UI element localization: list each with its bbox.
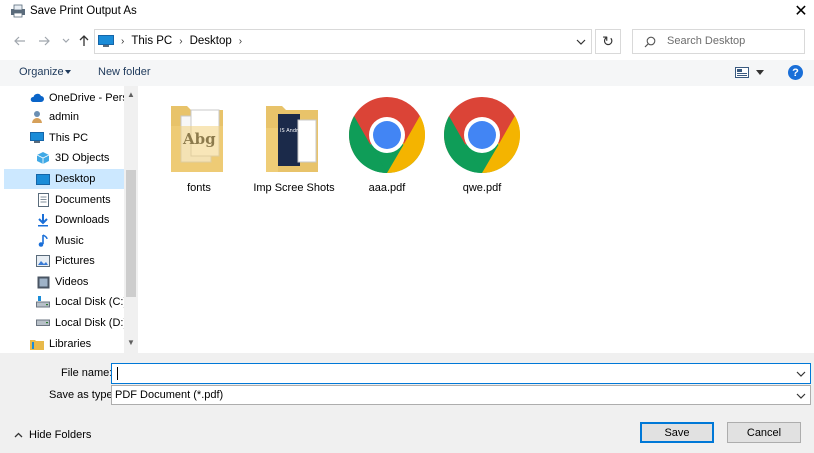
chevron-up-icon <box>14 432 23 438</box>
file-name-label: File name: <box>61 367 113 379</box>
navigation-pane: OneDrive - Perso admin This PC 3D Object… <box>0 86 138 353</box>
music-icon <box>36 234 50 248</box>
file-list: Abg fonts IS Andrew Imp Scree Shots <box>138 86 814 353</box>
nav-item-music[interactable]: Music <box>36 231 138 251</box>
file-item-aaa-pdf[interactable]: aaa.pdf <box>342 94 432 194</box>
chrome-icon <box>349 97 425 173</box>
arrow-right-icon <box>39 36 50 46</box>
caret-down-icon <box>65 70 71 74</box>
scroll-down-icon[interactable]: ▼ <box>127 338 135 347</box>
arrow-up-icon <box>79 35 89 46</box>
cube-icon <box>36 151 50 165</box>
file-name: fonts <box>187 182 211 194</box>
file-name: aaa.pdf <box>368 182 406 194</box>
back-button[interactable] <box>12 33 28 49</box>
refresh-button[interactable]: ↻ <box>595 29 621 54</box>
text-caret <box>117 367 118 380</box>
title-bar: Save Print Output As ✕ <box>0 0 814 24</box>
save-button[interactable]: Save <box>640 422 714 443</box>
view-options-icon[interactable] <box>735 67 749 78</box>
save-as-type-label: Save as type: <box>49 389 116 401</box>
navigation-scrollbar[interactable]: ▲ ▼ <box>124 86 138 353</box>
nav-item-onedrive[interactable]: OneDrive - Perso <box>30 88 138 108</box>
new-folder-button[interactable]: New folder <box>98 66 151 78</box>
user-icon <box>30 110 44 124</box>
nav-item-pictures[interactable]: Pictures <box>36 251 138 271</box>
forward-button[interactable] <box>36 33 52 49</box>
picture-icon <box>36 254 50 268</box>
search-icon <box>644 36 656 48</box>
breadcrumb-this-pc[interactable]: This PC <box>131 35 172 47</box>
nav-item-desktop[interactable]: Desktop <box>4 169 124 189</box>
scrollbar-thumb[interactable] <box>126 170 136 297</box>
nav-item-downloads[interactable]: Downloads <box>36 210 138 230</box>
nav-item-local-disk-d[interactable]: Local Disk (D:) <box>36 313 138 333</box>
video-icon <box>36 275 50 289</box>
refresh-icon: ↻ <box>602 33 614 49</box>
cancel-button[interactable]: Cancel <box>727 422 801 443</box>
fonts-folder-icon: Abg <box>171 106 223 172</box>
window-title: Save Print Output As <box>30 5 137 17</box>
close-icon: ✕ <box>794 3 808 20</box>
up-button[interactable] <box>76 33 92 49</box>
nav-item-local-disk-c[interactable]: Local Disk (C:) <box>36 292 138 312</box>
drive-icon <box>36 316 50 330</box>
nav-item-admin[interactable]: admin <box>30 107 138 127</box>
breadcrumb: › This PC › Desktop › <box>121 35 249 47</box>
help-icon: ? <box>792 66 799 79</box>
chevron-right-icon: › <box>179 35 183 47</box>
search-input[interactable]: Search Desktop <box>632 29 805 54</box>
view-dropdown-icon[interactable] <box>756 70 764 75</box>
file-name: qwe.pdf <box>462 182 502 194</box>
file-name: Imp Scree Shots <box>253 182 335 194</box>
nav-item-this-pc[interactable]: This PC <box>30 128 138 148</box>
printer-icon <box>11 4 25 18</box>
desktop-icon <box>36 172 50 186</box>
scroll-up-icon[interactable]: ▲ <box>127 90 135 99</box>
library-icon <box>30 337 44 351</box>
file-item-fonts[interactable]: Abg fonts <box>154 94 244 194</box>
file-name-field[interactable] <box>111 363 811 384</box>
chevron-down-icon[interactable] <box>575 36 587 48</box>
download-icon <box>36 213 50 227</box>
file-item-qwe-pdf[interactable]: qwe.pdf <box>437 94 527 194</box>
address-bar[interactable]: › This PC › Desktop › <box>94 29 592 54</box>
nav-item-documents[interactable]: Documents <box>36 190 138 210</box>
nav-item-videos[interactable]: Videos <box>36 272 138 292</box>
file-item-imp-scree-shots[interactable]: IS Andrew Imp Scree Shots <box>249 94 339 194</box>
drive-icon <box>36 295 50 309</box>
nav-item-libraries[interactable]: Libraries <box>30 334 138 353</box>
close-button[interactable]: ✕ <box>788 0 814 22</box>
save-as-type-select[interactable]: PDF Document (*.pdf) <box>111 385 811 405</box>
screenshots-folder-icon: IS Andrew <box>266 106 318 172</box>
nav-item-3d-objects[interactable]: 3D Objects <box>36 148 138 168</box>
computer-icon <box>30 131 44 145</box>
chevron-down-icon <box>796 393 806 399</box>
arrow-left-icon <box>14 36 25 46</box>
computer-icon <box>98 35 114 47</box>
toolbar: Organize New folder ? <box>0 60 814 86</box>
save-as-type-value: PDF Document (*.pdf) <box>115 389 224 401</box>
chevron-down-icon <box>62 38 70 43</box>
chevron-right-icon[interactable]: › <box>239 36 242 47</box>
chevron-right-icon: › <box>121 35 125 47</box>
cloud-icon <box>30 91 44 105</box>
organize-button[interactable]: Organize <box>19 66 64 78</box>
breadcrumb-desktop[interactable]: Desktop <box>190 35 232 47</box>
svg-text:IS Andrew: IS Andrew <box>280 128 305 134</box>
chrome-icon <box>444 97 520 173</box>
recent-locations-button[interactable] <box>58 33 74 49</box>
chevron-down-icon[interactable] <box>796 369 806 379</box>
document-icon <box>36 193 50 207</box>
hide-folders-button[interactable]: Hide Folders <box>14 429 91 441</box>
help-button[interactable]: ? <box>788 65 803 80</box>
search-placeholder: Search Desktop <box>667 35 746 47</box>
save-form-panel: File name: Save as type: PDF Document (*… <box>0 353 814 453</box>
hide-folders-label: Hide Folders <box>29 429 92 441</box>
